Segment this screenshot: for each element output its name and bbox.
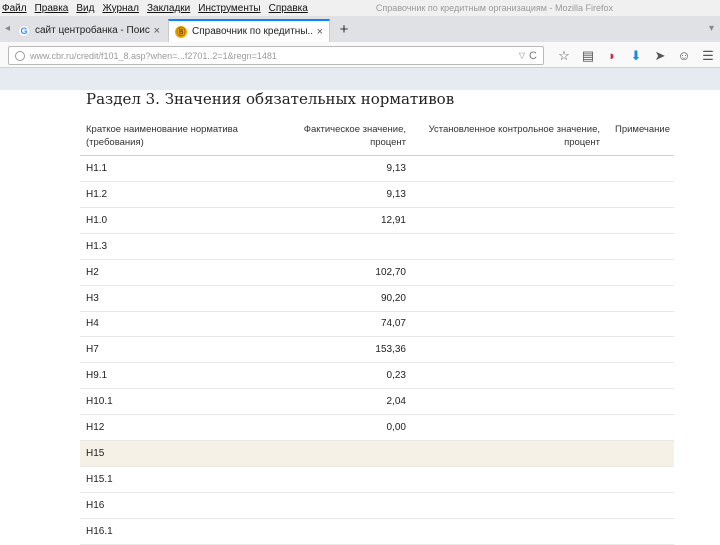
window-title: Справочник по кредитным организациям - M…: [375, 3, 613, 13]
norm-actual-value: 0,23: [386, 370, 406, 382]
norm-name: Н12: [86, 422, 105, 433]
reload-button[interactable]: C: [529, 50, 537, 62]
table-row: Н16: [80, 493, 674, 519]
tab-cbr-reference[interactable]: Ⓑ Справочник по кредитны... ×: [168, 19, 330, 42]
table-row: Н2 102,70: [80, 260, 674, 286]
send-icon[interactable]: ➤: [648, 48, 672, 64]
table-row: Н3 90,20: [80, 286, 674, 312]
address-bar[interactable]: www.cbr.ru/credit/f101_8.asp?when=...f27…: [8, 46, 544, 65]
norm-name: Н3: [86, 292, 99, 304]
menu-icon[interactable]: ☰: [696, 48, 720, 64]
url-text[interactable]: www.cbr.ru/credit/f101_8.asp?when=...f27…: [30, 51, 519, 61]
norm-actual-value: 74,07: [380, 318, 406, 330]
new-tab-button[interactable]: +: [336, 19, 352, 39]
column-header-note: Примечание: [615, 124, 670, 135]
tab-title: Справочник по кредитны...: [192, 26, 313, 37]
table-row: Н10.1 2,04: [80, 389, 674, 416]
norm-name: Н2: [86, 266, 99, 278]
menu-history[interactable]: Журнал: [102, 3, 139, 14]
table-header: Краткое наименование норматива (требован…: [80, 123, 674, 156]
norm-actual-value: 102,70: [375, 266, 406, 278]
norm-name: Н7: [86, 344, 99, 356]
section-heading: Раздел 3. Значения обязательных норматив…: [86, 90, 455, 108]
table-row: Н15: [80, 440, 674, 467]
dropdown-arrow-icon[interactable]: ▽: [519, 51, 525, 60]
norm-actual-value: 9,13: [386, 188, 406, 200]
site-info-icon[interactable]: [15, 50, 25, 61]
table-row: Н16.1: [80, 519, 674, 545]
tab-scroll-right-icon[interactable]: ▾: [709, 23, 714, 34]
menu-tools[interactable]: Инструменты: [198, 3, 260, 14]
norm-name: Н1.0: [86, 214, 108, 226]
norm-name: Н1.1: [86, 163, 108, 174]
norm-actual-value: 153,36: [375, 344, 406, 356]
table-row: Н1.3: [80, 234, 674, 260]
norm-name: Н10.1: [86, 396, 113, 408]
norm-name: Н15: [86, 447, 105, 459]
table-row: Н1.2 9,13: [80, 182, 674, 208]
column-header-control: Установленное контрольное значение, проц…: [428, 124, 600, 148]
table-row: Н15.1: [80, 467, 674, 493]
tab-title: сайт центробанка - Поиск...: [35, 25, 150, 36]
table-row: Н9.1 0,23: [80, 363, 674, 390]
norm-name: Н1.3: [86, 240, 108, 252]
menu-edit[interactable]: Правка: [35, 3, 69, 14]
norm-name: Н1.2: [86, 188, 108, 200]
menu-help[interactable]: Справка: [269, 3, 308, 14]
table-row: Н12 0,00: [80, 415, 674, 441]
norm-actual-value: 0,00: [386, 422, 406, 433]
column-header-actual: Фактическое значение, процент: [303, 124, 406, 148]
smiley-icon[interactable]: ☺: [672, 48, 696, 63]
navigation-bar: www.cbr.ru/credit/f101_8.asp?when=...f27…: [0, 42, 720, 68]
table-row: Н7 153,36: [80, 337, 674, 364]
close-tab-icon[interactable]: ×: [154, 25, 160, 37]
menu-view[interactable]: Вид: [76, 3, 94, 14]
google-icon: G: [18, 24, 30, 37]
bookmark-star-icon[interactable]: ☆: [552, 48, 576, 64]
norm-name: Н9.1: [86, 370, 108, 382]
page-banner: [0, 68, 720, 90]
norm-actual-value: 9,13: [386, 163, 406, 174]
table-row: Н1.0 12,91: [80, 208, 674, 234]
tab-strip: ◂ G сайт центробанка - Поиск... × Ⓑ Спра…: [0, 16, 720, 42]
norm-name: Н15.1: [86, 473, 113, 485]
menu-file[interactable]: Файл: [2, 3, 27, 14]
norm-actual-value: 90,20: [380, 292, 406, 304]
table-row: Н1.1 9,13: [80, 156, 674, 182]
column-header-name: Краткое наименование норматива (требован…: [86, 124, 238, 148]
page-content: Раздел 3. Значения обязательных норматив…: [0, 90, 720, 545]
menu-bar: Файл Правка Вид Журнал Закладки Инструме…: [0, 0, 720, 16]
download-icon[interactable]: ⬇: [624, 48, 648, 64]
menu-bookmarks[interactable]: Закладки: [147, 3, 190, 14]
toolbar-icons: ☆ ▤ ◗ ⬇ ➤ ☺ ☰: [552, 46, 720, 65]
norm-name: Н16: [86, 499, 105, 511]
tab-scroll-left-icon[interactable]: ◂: [5, 23, 10, 34]
norm-actual-value: 12,91: [380, 214, 406, 226]
tab-google-search[interactable]: G сайт центробанка - Поиск... ×: [12, 19, 166, 42]
close-tab-icon[interactable]: ×: [317, 26, 323, 38]
pocket-icon[interactable]: ◗: [600, 48, 624, 63]
reading-list-icon[interactable]: ▤: [576, 48, 600, 64]
table-row: Н4 74,07: [80, 311, 674, 338]
norm-actual-value: 2,04: [386, 396, 406, 408]
norm-name: Н4: [86, 318, 99, 330]
cbr-icon: Ⓑ: [175, 25, 187, 38]
norm-name: Н16.1: [86, 525, 113, 537]
